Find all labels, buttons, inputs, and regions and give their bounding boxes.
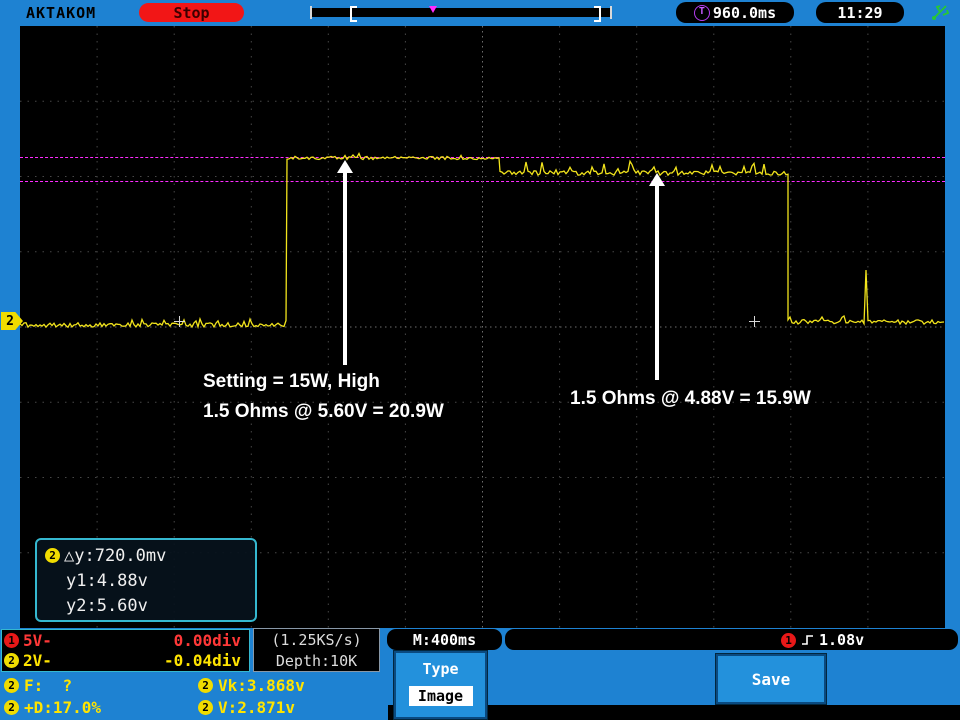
- channel2-scale: 2V-: [23, 651, 52, 670]
- measurement-duty: 2 +D:17.0%: [4, 698, 101, 717]
- usb-icon: [930, 2, 952, 22]
- measurement-duty-value: +D:17.0%: [24, 698, 101, 717]
- channel1-settings: 1 5V- 0.00div: [4, 631, 247, 650]
- memory-depth: Depth:10K: [276, 652, 357, 670]
- channel2-badge: 2: [45, 548, 60, 563]
- trigger-delay-value: 960.0ms: [713, 4, 776, 22]
- type-button-label: Type: [396, 660, 485, 678]
- trigger-position-marker-icon[interactable]: [429, 6, 437, 13]
- arrow-head-icon: [649, 173, 665, 186]
- memory-bar-right-tick: [610, 6, 612, 19]
- channel1-scale: 5V-: [23, 631, 52, 650]
- annotation-arrow-1: [337, 160, 353, 365]
- channel-settings-box: 1 5V- 0.00div 2 2V- -0.04div: [1, 629, 250, 672]
- channel2-settings: 2 2V- -0.04div: [4, 651, 247, 670]
- trigger-t-icon: T: [694, 5, 710, 21]
- measurement-vavg-value: V:2.871v: [218, 698, 295, 717]
- cursor-y2-value: y2:5.60v: [66, 596, 148, 616]
- trigger-delay-readout: T 960.0ms: [676, 2, 794, 23]
- window-bracket-right-icon: [594, 6, 601, 22]
- memory-bar-left-tick: [310, 6, 312, 19]
- channel2-badge: 2: [4, 653, 19, 668]
- annotation-1-line-1: Setting = 15W, High: [203, 367, 444, 397]
- cursor-delta-y: △y:720.0mv: [64, 546, 166, 566]
- save-button[interactable]: Save: [716, 654, 826, 704]
- window-bracket-left-icon: [350, 6, 357, 22]
- status-bar: 1 5V- 0.00div 2 2V- -0.04div (1.25KS/s) …: [0, 628, 960, 720]
- channel2-badge: 2: [4, 678, 19, 693]
- brand-logo: AKTAKOM: [26, 4, 96, 22]
- channel2-offset: -0.04div: [164, 651, 247, 670]
- channel2-badge: 2: [198, 678, 213, 693]
- annotation-1-line-2: 1.5 Ohms @ 5.60V = 20.9W: [203, 397, 444, 427]
- trigger-point-cross-icon: [749, 316, 760, 327]
- measurement-vpk: 2 Vk:3.868v: [198, 676, 305, 695]
- annotation-label-1: Setting = 15W, High 1.5 Ohms @ 5.60V = 2…: [203, 367, 444, 427]
- trigger-position-bar[interactable]: [310, 8, 612, 17]
- measurement-vpk-value: Vk:3.868v: [218, 676, 305, 695]
- measurement-vavg: 2 V:2.871v: [198, 698, 295, 717]
- cursor-y1-value: y1:4.88v: [66, 571, 148, 591]
- trigger-point-cross-icon: [174, 316, 185, 327]
- clock-readout: 11:29: [816, 2, 904, 23]
- channel2-badge: 2: [4, 700, 19, 715]
- timebase-readout: M:400ms: [387, 629, 502, 650]
- annotation-arrow-2: [649, 173, 665, 380]
- trigger-source-badge: 1: [781, 633, 796, 648]
- acquisition-info-box: (1.25KS/s) Depth:10K: [253, 628, 380, 672]
- channel1-badge: 1: [4, 633, 19, 648]
- type-button-selected-value[interactable]: Image: [409, 686, 473, 706]
- trigger-status-strip: 1 1.08v: [505, 629, 958, 650]
- measurement-frequency-value: F: ?: [24, 676, 72, 695]
- measurement-frequency: 2 F: ?: [4, 676, 72, 695]
- sample-rate: (1.25KS/s): [271, 631, 361, 649]
- trigger-level-value: 1.08v: [819, 631, 864, 649]
- rising-edge-icon: [800, 632, 815, 648]
- arrow-shaft: [343, 173, 347, 365]
- annotation-label-2: 1.5 Ohms @ 4.88V = 15.9W: [570, 384, 811, 414]
- arrow-head-icon: [337, 160, 353, 173]
- type-button[interactable]: Type Image: [394, 651, 487, 719]
- trigger-level-readout: 1 1.08v: [781, 631, 864, 649]
- channel2-badge: 2: [198, 700, 213, 715]
- acquisition-status-badge: Stop: [139, 3, 244, 22]
- arrow-shaft: [655, 186, 659, 380]
- oscilloscope-screen: AKTAKOM Stop T 960.0ms 11:29 2 △y:720.0m…: [0, 0, 960, 720]
- channel1-offset: 0.00div: [174, 631, 247, 650]
- cursor-measurement-box: 2 △y:720.0mv y1:4.88v y2:5.60v: [35, 538, 257, 622]
- waveform-display: 2 △y:720.0mv y1:4.88v y2:5.60v Setting =…: [20, 26, 945, 628]
